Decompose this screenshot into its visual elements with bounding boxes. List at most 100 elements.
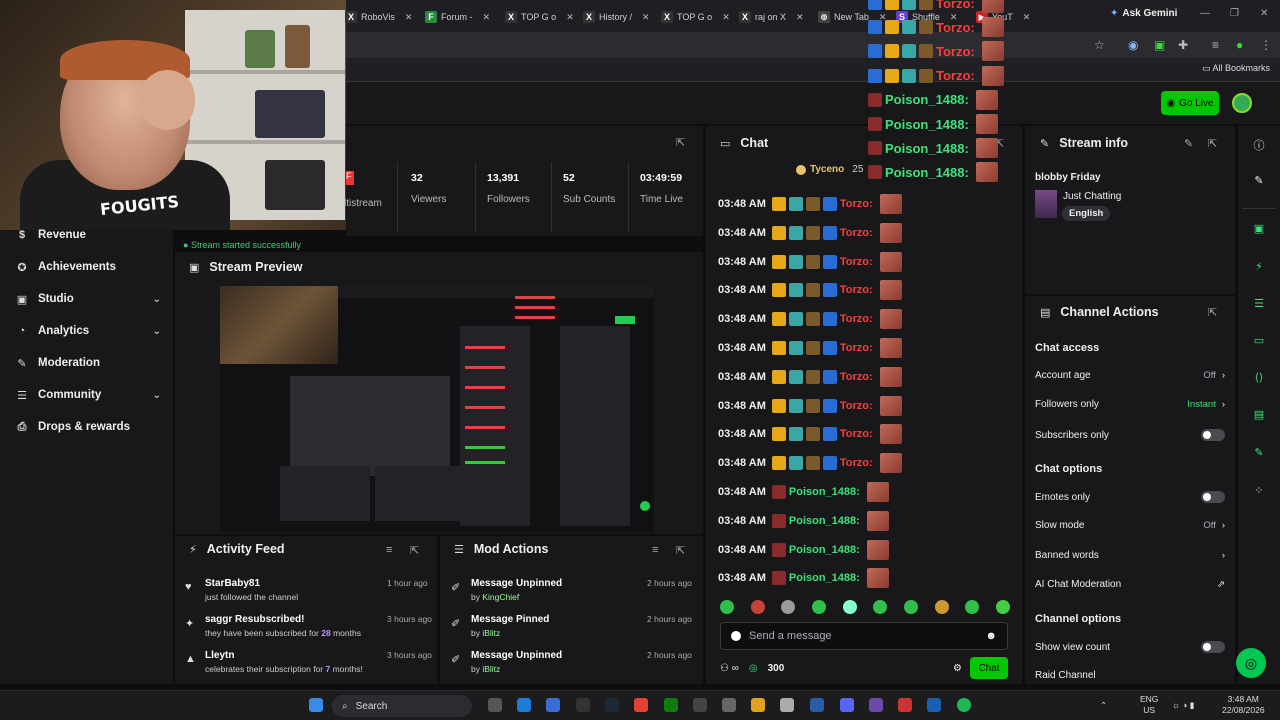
chat-username[interactable]: Poison_1488: (789, 544, 860, 556)
emote-10-icon[interactable] (995, 600, 1010, 614)
chat-message[interactable]: 03:48 AM Poison_1488: (718, 482, 889, 502)
chat-username[interactable]: Torzo: (840, 284, 873, 296)
chat-send-button[interactable]: Chat (970, 657, 1008, 679)
folder-icon[interactable] (751, 698, 765, 712)
close-window-icon[interactable]: ✕ (1260, 8, 1268, 19)
app-icon-2[interactable] (693, 698, 707, 712)
clock[interactable]: 3:48 AM 22/08/2026 (1222, 694, 1265, 716)
ask-gemini-button[interactable]: ✦ Ask Gemini (1110, 8, 1177, 19)
puzzle-icon[interactable]: ✚ (1178, 38, 1188, 52)
app-icon-5[interactable] (927, 698, 941, 712)
emote-9-icon[interactable] (965, 600, 980, 614)
activity-item[interactable]: Lleytn celebrates their subscription for … (205, 650, 363, 674)
go-live-button[interactable]: ◉ Go Live (1161, 91, 1219, 115)
chat-username[interactable]: Torzo: (840, 342, 873, 354)
chat-username[interactable]: Torzo: (840, 400, 873, 412)
help-chat-button[interactable]: ◎ (1236, 648, 1266, 678)
stream-category[interactable]: Just Chatting (1063, 191, 1121, 202)
channel-actions-popout-icon[interactable]: ⇱ (1208, 306, 1217, 319)
shield-icon[interactable]: ▤ (1251, 408, 1267, 424)
settings-icon[interactable] (722, 698, 736, 712)
subscribers-only-toggle[interactable] (1201, 429, 1225, 441)
chat-message[interactable]: 03:48 AM Poison_1488: (718, 510, 889, 531)
obs-icon[interactable] (869, 698, 883, 712)
account-age-row[interactable]: Account age Off › (1035, 370, 1225, 381)
browser-tab[interactable]: X History / ✕ (583, 6, 657, 28)
edge-icon[interactable] (517, 698, 531, 712)
mod-action-item[interactable]: Message Unpinned by iBlitz (471, 650, 562, 674)
show-view-count-toggle[interactable] (1201, 641, 1225, 653)
info-icon[interactable]: ⓘ (1251, 137, 1267, 153)
browser-tab[interactable]: F Forum - ✕ (425, 6, 499, 28)
pinned-gift-banner[interactable]: Tyceno 25 (796, 164, 863, 175)
maximize-icon[interactable]: ❐ (1230, 8, 1239, 19)
sidebar-item-analytics[interactable]: ◔ Analytics ⌄ (16, 321, 161, 341)
tray-chevron-icon[interactable]: ⌃ (1100, 700, 1107, 711)
stream-tag[interactable]: English (1062, 206, 1111, 221)
sidebar-item-revenue[interactable]: $ Revenue (16, 225, 161, 245)
app-icon-1[interactable] (546, 698, 560, 712)
stream-preview-video[interactable] (220, 286, 654, 532)
slow-mode-row[interactable]: Slow mode Off › (1035, 520, 1225, 531)
chrome-icon[interactable] (634, 698, 648, 712)
app-icon-3[interactable] (810, 698, 824, 712)
chat-settings-icon[interactable]: ⚙ (953, 663, 962, 674)
emote-8-icon[interactable] (934, 600, 949, 614)
chat-username[interactable]: Poison_1488: (789, 572, 860, 584)
mod-filter-icon[interactable]: ≡ (652, 544, 658, 556)
emote-1-icon[interactable] (720, 600, 734, 614)
tab-close-icon[interactable]: ✕ (483, 12, 491, 23)
xbox-icon[interactable] (664, 698, 678, 712)
browser-tab[interactable]: X TOP G o ✕ (661, 6, 735, 28)
task-view-icon[interactable] (488, 698, 502, 712)
address-bar[interactable] (346, 32, 1280, 58)
chat-message[interactable]: 03:48 AM Torzo: (718, 395, 902, 416)
chat-username[interactable]: Torzo: (840, 371, 873, 383)
emote-7-icon[interactable] (903, 600, 918, 614)
clip-icon[interactable]: ▣ (1251, 222, 1267, 238)
chat-username[interactable]: Torzo: (840, 428, 873, 440)
chat-username[interactable]: Torzo: (840, 256, 873, 268)
mod-popout-icon[interactable]: ⇱ (676, 544, 685, 557)
chat-message[interactable]: 03:48 AM Torzo: (718, 251, 902, 272)
chat-message[interactable]: 03:48 AM Torzo: (718, 309, 902, 330)
sidebar-item-studio[interactable]: ▣ Studio ⌄ (16, 289, 161, 309)
list-quick-icon[interactable]: ☰ (1251, 297, 1267, 313)
browser-tab[interactable]: X TOP G o ✕ (505, 6, 579, 28)
chat-message[interactable]: 03:48 AM Torzo: (718, 338, 902, 358)
community-points-icon[interactable]: ⚇ ∞ (720, 663, 739, 674)
network-icon[interactable]: ☼ ◑ ▮ (1172, 700, 1194, 711)
sidebar-item-moderation[interactable]: ✎ Moderation (16, 353, 161, 373)
chat-message[interactable]: 03:48 AM Torzo: (718, 424, 902, 445)
chat-message[interactable]: 03:48 AM Torzo: (718, 453, 902, 474)
activity-filter-icon[interactable]: ≡ (386, 544, 392, 556)
chat-username[interactable]: Torzo: (840, 457, 873, 469)
tab-close-icon[interactable]: ✕ (796, 12, 804, 23)
notepad-icon[interactable] (780, 698, 794, 712)
ai-chat-moderation-row[interactable]: AI Chat Moderation ⇗ (1035, 579, 1225, 590)
tab-close-icon[interactable]: ✕ (566, 12, 574, 23)
activity-popout-icon[interactable]: ⇱ (410, 544, 419, 557)
extension-icon[interactable]: ◉ (1128, 38, 1138, 52)
code-icon[interactable]: ⟨⟩ (1251, 371, 1267, 387)
sidebar-item-community[interactable]: ☰ Community ⌄ (16, 385, 161, 405)
raid-channel-row[interactable]: Raid Channel (1035, 670, 1225, 681)
activity-item[interactable]: saggr Resubscribed! they have been subscr… (205, 614, 361, 638)
more-actions-icon[interactable]: ⁘ (1251, 484, 1267, 500)
windows-start-icon[interactable] (309, 698, 323, 712)
vpn-icon[interactable]: ▣ (1154, 38, 1165, 52)
tab-close-icon[interactable]: ✕ (1023, 12, 1031, 23)
banned-words-row[interactable]: Banned words › (1035, 550, 1225, 561)
user-avatar[interactable] (1232, 93, 1252, 113)
pencil-icon[interactable]: ✎ (1251, 174, 1267, 190)
tab-close-icon[interactable]: ✕ (642, 12, 650, 23)
taskbar-search[interactable]: ⌕ Search (332, 695, 472, 717)
minimize-icon[interactable]: — (1200, 8, 1210, 19)
sidebar-item-achievements[interactable]: ✪ Achievements (16, 257, 161, 277)
edit-stream-info-icon[interactable]: ✎ (1184, 137, 1193, 150)
mod-action-item[interactable]: Message Unpinned by KingChief (471, 578, 562, 602)
emoji-icon[interactable]: ☻ (985, 630, 997, 642)
emote-2-icon[interactable] (750, 600, 765, 614)
chat-message[interactable]: 03:48 AM Torzo: (718, 194, 902, 214)
message-icon[interactable]: ▭ (1251, 334, 1267, 350)
